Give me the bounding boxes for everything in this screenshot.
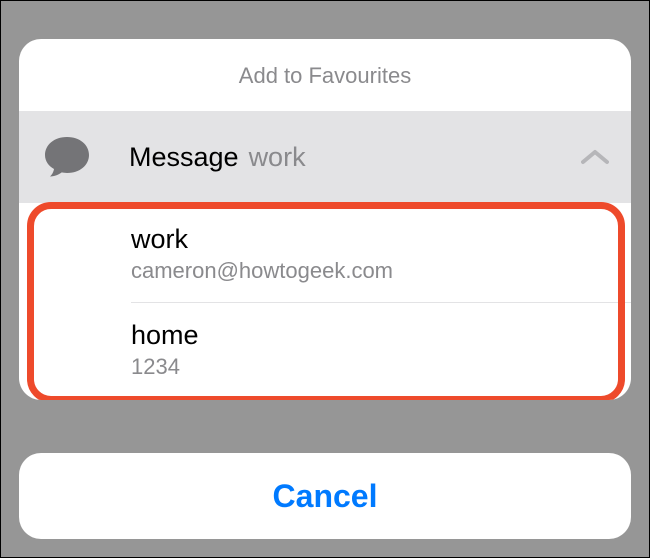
option-label: home [131, 319, 609, 351]
sheet-title: Add to Favourites [19, 39, 631, 111]
cancel-button[interactable]: Cancel [19, 453, 631, 539]
message-label: Message [129, 142, 239, 173]
message-row[interactable]: Message work [19, 111, 631, 203]
message-sublabel: work [249, 142, 306, 173]
cancel-label: Cancel [273, 478, 378, 515]
options-highlight-wrap: work cameron@howtogeek.com home 1234 [19, 203, 631, 400]
message-icon [43, 133, 91, 181]
option-label: work [131, 223, 609, 255]
list-item[interactable]: work cameron@howtogeek.com [19, 207, 631, 302]
option-value: cameron@howtogeek.com [131, 257, 609, 286]
options-list: work cameron@howtogeek.com home 1234 [19, 207, 631, 398]
action-sheet: Add to Favourites Message work work came… [19, 39, 631, 400]
chevron-up-icon [581, 149, 609, 165]
list-item[interactable]: home 1234 [19, 303, 631, 398]
option-value: 1234 [131, 353, 609, 382]
